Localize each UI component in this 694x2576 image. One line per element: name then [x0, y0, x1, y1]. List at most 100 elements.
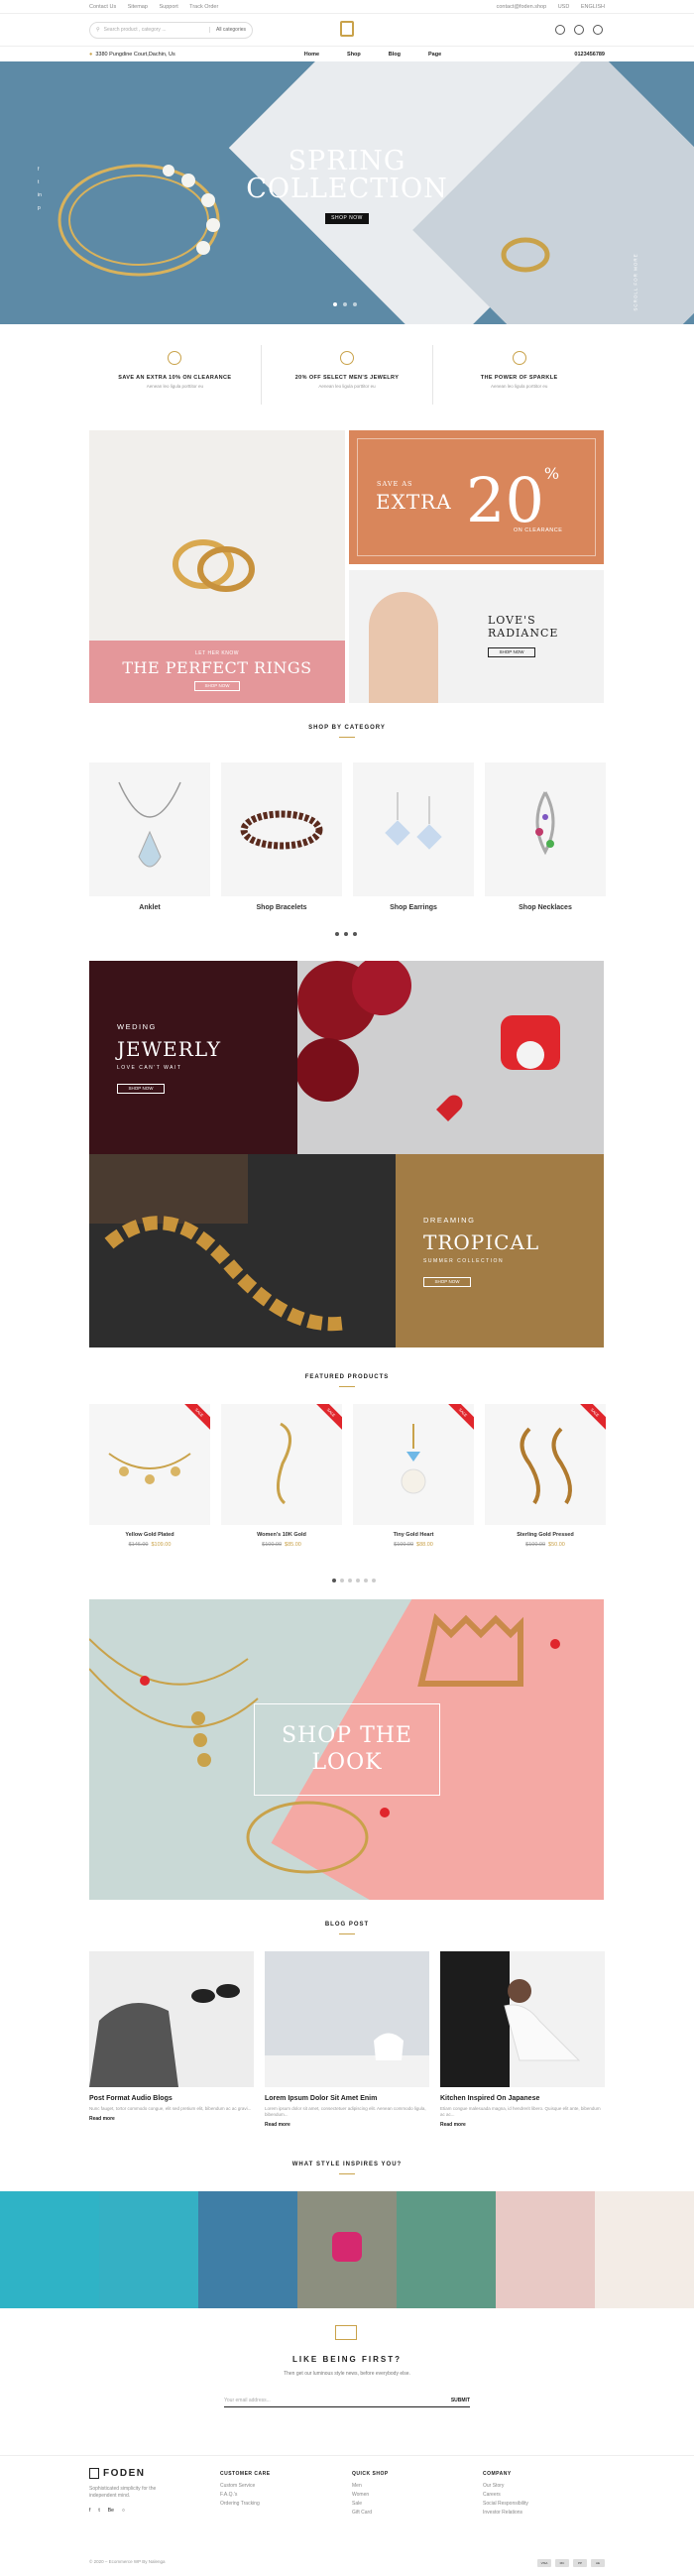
footer-link[interactable]: Sale: [352, 2500, 389, 2509]
footer-link[interactable]: Our Story: [483, 2482, 528, 2491]
nav-item-shop[interactable]: Shop: [347, 52, 361, 58]
product-card[interactable]: SALE Tiny Gold Heart $100.00 $88.00: [353, 1404, 474, 1548]
pinterest-icon[interactable]: p: [38, 205, 42, 211]
footer-link[interactable]: Custom Service: [220, 2482, 271, 2491]
hero-dot[interactable]: [343, 302, 347, 306]
hero-dot[interactable]: [353, 302, 357, 306]
product-dot[interactable]: [348, 1579, 352, 1582]
instagram-icon[interactable]: ○: [122, 2508, 125, 2514]
instagram-photo[interactable]: [198, 2191, 297, 2308]
read-more-link[interactable]: Read more: [440, 2122, 605, 2128]
read-more-link[interactable]: Read more: [89, 2116, 254, 2122]
newsletter-submit-button[interactable]: SUBMIT: [451, 2398, 470, 2403]
instagram-photo[interactable]: [496, 2191, 595, 2308]
shop-the-look-banner[interactable]: SHOP THE LOOK: [89, 1599, 604, 1900]
perfect-rings-button[interactable]: SHOP NOW: [194, 681, 240, 691]
hero-dot[interactable]: [333, 302, 337, 306]
product-dot[interactable]: [356, 1579, 360, 1582]
phone-number[interactable]: 0123456789: [574, 52, 605, 58]
language-select[interactable]: ENGLISH: [581, 4, 605, 10]
product-dot[interactable]: [364, 1579, 368, 1582]
category-dot[interactable]: [353, 932, 357, 936]
blog-card[interactable]: Lorem Ipsum Dolor Sit Amet Enim Lorem ip…: [265, 1951, 429, 2128]
category-card[interactable]: Shop Earrings: [353, 762, 474, 911]
product-old-price: $100.00: [525, 1542, 546, 1548]
twitter-icon[interactable]: t: [98, 2508, 99, 2514]
nav-item-page[interactable]: Page: [428, 52, 441, 58]
product-name[interactable]: Sterling Gold Pressed: [485, 1532, 606, 1538]
read-more-link[interactable]: Read more: [265, 2122, 429, 2128]
top-email[interactable]: contact@foden.shop: [497, 4, 547, 10]
shop-the-look-frame[interactable]: SHOP THE LOOK: [254, 1703, 440, 1796]
facebook-icon[interactable]: f: [89, 2508, 90, 2514]
footer-link[interactable]: Social Responsibility: [483, 2500, 528, 2509]
top-link-track-order[interactable]: Track Order: [189, 4, 218, 10]
product-dot[interactable]: [332, 1579, 336, 1582]
category-label[interactable]: Shop Necklaces: [485, 904, 606, 911]
product-dot[interactable]: [372, 1579, 376, 1582]
instagram-photo[interactable]: [0, 2191, 99, 2308]
category-card[interactable]: Shop Necklaces: [485, 762, 606, 911]
scroll-hint: SCROLL FOR MORE: [633, 253, 638, 311]
nav-item-home[interactable]: Home: [304, 52, 319, 58]
footer-link[interactable]: F.A.Q.'s: [220, 2491, 271, 2500]
blog-title[interactable]: Lorem Ipsum Dolor Sit Amet Enim: [265, 2095, 429, 2102]
cart-icon[interactable]: [593, 25, 603, 35]
footer-link[interactable]: Women: [352, 2491, 389, 2500]
currency-select[interactable]: USD: [558, 4, 570, 10]
category-card[interactable]: Shop Bracelets: [221, 762, 342, 911]
top-link-sitemap[interactable]: Sitemap: [128, 4, 148, 10]
behance-icon[interactable]: Be: [108, 2508, 114, 2514]
blog-card[interactable]: Kitchen Inspired On Japanese Etiam congu…: [440, 1951, 605, 2128]
newsletter-email-input[interactable]: Your email address...: [224, 2398, 271, 2403]
wishlist-icon[interactable]: [574, 25, 584, 35]
product-card[interactable]: SALE Yellow Gold Plated $146.00 $109.00: [89, 1404, 210, 1548]
footer-link[interactable]: Men: [352, 2482, 389, 2491]
instagram-icon[interactable]: [332, 2232, 362, 2262]
footer-link[interactable]: Investor Relations: [483, 2509, 528, 2517]
footer-logo[interactable]: FODEN: [89, 2468, 146, 2479]
product-name[interactable]: Women's 10K Gold: [221, 1532, 342, 1538]
top-link-support[interactable]: Support: [159, 4, 177, 10]
facebook-icon[interactable]: f: [38, 167, 42, 173]
blog-card[interactable]: Post Format Audio Blogs Nunc fauget, tor…: [89, 1951, 254, 2128]
blog-title[interactable]: Post Format Audio Blogs: [89, 2095, 254, 2102]
dreaming-tropical-banner[interactable]: DREAMING TROPICAL SUMMER COLLECTION SHOP…: [396, 1154, 604, 1347]
instagram-photo[interactable]: [99, 2191, 198, 2308]
category-dot[interactable]: [335, 932, 339, 936]
footer-link[interactable]: Ordering Tracking: [220, 2500, 271, 2509]
hero-shop-now-button[interactable]: SHOP NOW: [325, 213, 369, 224]
product-name[interactable]: Yellow Gold Plated: [89, 1532, 210, 1538]
category-dot[interactable]: [344, 932, 348, 936]
category-label[interactable]: Shop Earrings: [353, 904, 474, 911]
product-name[interactable]: Tiny Gold Heart: [353, 1532, 474, 1538]
linkedin-icon[interactable]: in: [38, 192, 42, 198]
footer-link[interactable]: Gift Card: [352, 2509, 389, 2517]
product-card[interactable]: SALE Sterling Gold Pressed $100.00 $50.00: [485, 1404, 606, 1548]
logo-icon[interactable]: [340, 21, 354, 37]
footer-link[interactable]: Careers: [483, 2491, 528, 2500]
loves-radiance-banner[interactable]: LOVE'S RADIANCE SHOP NOW: [349, 570, 604, 703]
product-dot[interactable]: [340, 1579, 344, 1582]
perfect-rings-banner[interactable]: LET HER KNOW THE PERFECT RINGS SHOP NOW: [89, 430, 345, 703]
gold-chain-image[interactable]: [89, 1154, 396, 1347]
twitter-icon[interactable]: t: [38, 179, 42, 185]
blog-title[interactable]: Kitchen Inspired On Japanese: [440, 2095, 605, 2102]
instagram-photo[interactable]: [397, 2191, 496, 2308]
top-link-contact[interactable]: Contact Us: [89, 4, 116, 10]
roses-ring-box-image[interactable]: [297, 961, 604, 1154]
account-icon[interactable]: [555, 25, 565, 35]
extra-discount-banner[interactable]: SAVE AS EXTRA 20% ON CLEARANCE: [349, 430, 604, 564]
love-shop-button[interactable]: SHOP NOW: [488, 647, 535, 657]
search-input[interactable]: ⚲ Search product , category ... All cate…: [89, 21, 253, 39]
product-card[interactable]: SALE Women's 10K Gold $100.00 $85.00: [221, 1404, 342, 1548]
category-dropdown[interactable]: All categories: [208, 27, 246, 33]
category-label[interactable]: Anklet: [89, 904, 210, 911]
category-label[interactable]: Shop Bracelets: [221, 904, 342, 911]
tropical-shop-button[interactable]: SHOP NOW: [423, 1277, 471, 1287]
category-card[interactable]: Anklet: [89, 762, 210, 911]
wedding-jewelry-banner[interactable]: WEDING JEWERLY LOVE CAN'T WAIT SHOP NOW: [89, 961, 297, 1154]
nav-item-blog[interactable]: Blog: [389, 52, 401, 58]
wedding-shop-button[interactable]: SHOP NOW: [117, 1084, 165, 1094]
instagram-photo[interactable]: [595, 2191, 694, 2308]
